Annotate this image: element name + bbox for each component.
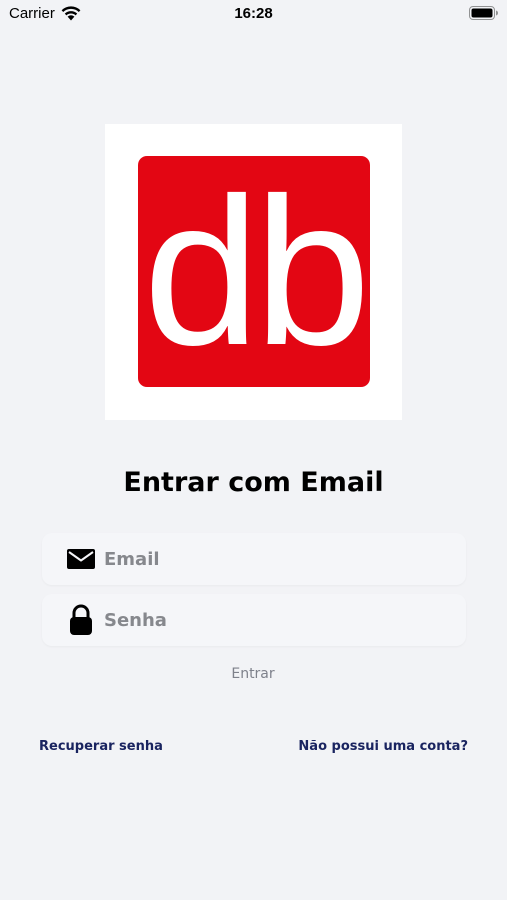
- battery-icon: [469, 6, 498, 20]
- status-bar: Carrier 16:28: [0, 0, 507, 28]
- page-title: Entrar com Email: [123, 467, 384, 498]
- logo-text: db: [143, 154, 365, 389]
- signup-link[interactable]: Não possui uma conta?: [298, 739, 468, 754]
- password-field[interactable]: [42, 594, 466, 646]
- status-time: 16:28: [234, 5, 273, 22]
- lock-icon: [70, 604, 92, 635]
- envelope-icon: [67, 549, 95, 569]
- app-logo: db: [105, 124, 402, 420]
- email-field[interactable]: [42, 533, 466, 585]
- enter-button[interactable]: Entrar: [203, 662, 303, 686]
- password-input[interactable]: [104, 594, 444, 646]
- recover-password-link[interactable]: Recuperar senha: [39, 739, 163, 754]
- db-logo-graphic: db: [138, 154, 371, 389]
- email-input[interactable]: [104, 533, 444, 585]
